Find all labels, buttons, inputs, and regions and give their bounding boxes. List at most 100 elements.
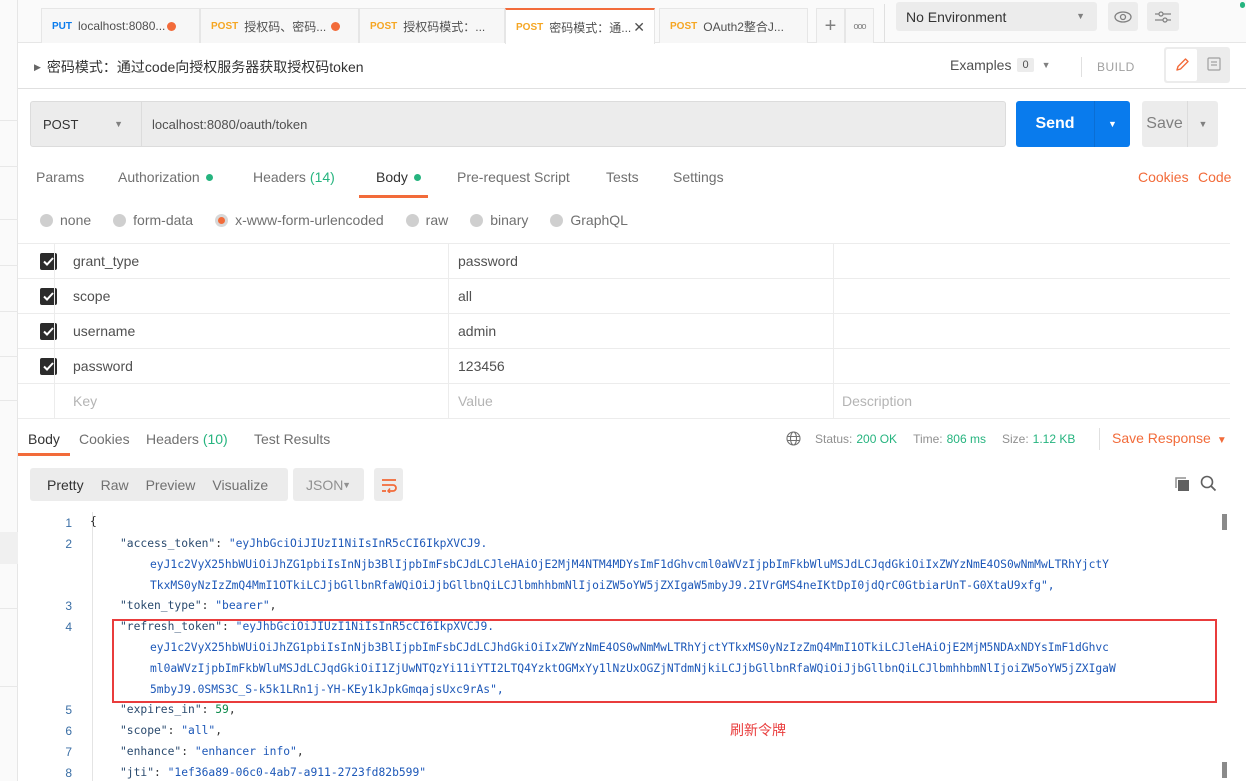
radio-icon (550, 213, 564, 227)
cookies-link[interactable]: Cookies (1138, 169, 1189, 185)
sidebar-selected-row[interactable] (0, 532, 18, 564)
time-label: Time: (913, 431, 943, 446)
status-dot-icon (1240, 2, 1245, 8)
time-value[interactable]: 806 ms (947, 432, 986, 446)
view-raw[interactable]: Raw (101, 477, 129, 493)
radio-binary[interactable]: binary (470, 212, 528, 228)
radio-label: x-www-form-urlencoded (235, 212, 384, 228)
param-key[interactable]: grant_type (73, 253, 139, 269)
param-value[interactable]: password (458, 253, 518, 269)
key-placeholder[interactable]: Key (73, 393, 97, 409)
param-key[interactable]: scope (73, 288, 110, 304)
param-value[interactable]: 123456 (458, 358, 505, 374)
save-button[interactable]: Save ▼ (1142, 101, 1218, 147)
response-scrollbar-thumb-bottom[interactable] (1222, 762, 1227, 778)
status-value[interactable]: 200 OK (856, 432, 897, 446)
tab-body[interactable]: Body (376, 169, 421, 185)
copy-icon[interactable] (1174, 476, 1190, 492)
view-pretty[interactable]: Pretty (47, 477, 84, 493)
active-dot-icon (205, 173, 213, 181)
url-input[interactable] (142, 102, 1002, 146)
tab-params[interactable]: Params (36, 169, 84, 185)
tab-tests[interactable]: Tests (606, 169, 639, 185)
more-tabs-button[interactable]: ooo (845, 8, 874, 43)
manage-environments-button[interactable] (1147, 2, 1179, 31)
mode-toggle (1164, 47, 1230, 83)
request-tab[interactable]: POST 授权码、密码... (200, 8, 359, 43)
comments-button[interactable] (1199, 49, 1228, 81)
request-tab[interactable]: PUT localhost:8080... (41, 8, 200, 43)
save-response-button[interactable]: Save Response ▼ (1112, 430, 1227, 446)
tab-label: Settings (673, 169, 724, 185)
code-line: "scope": "all", (120, 724, 1246, 737)
format-select[interactable]: JSON ▼ (293, 468, 364, 501)
json-string: "eyJhbGciOiJIUzI1NiIsInR5cCI6IkpXVCJ9. (228, 537, 488, 550)
line-number: 6 (65, 724, 72, 738)
json-string: "1ef36a89-06c0-4ab7-a911-2723fd82b599" (167, 766, 427, 779)
tab-response-cookies[interactable]: Cookies (79, 431, 130, 447)
check-icon (43, 362, 54, 371)
radio-raw[interactable]: raw (405, 212, 448, 228)
code-line-wrap: TkxMS0yNzIzZmQ4MmI1OTkiLCJjbGllbnRfaWQiO… (150, 579, 1055, 592)
save-options-chevron-icon[interactable]: ▼ (1188, 101, 1218, 147)
tab-test-results[interactable]: Test Results (254, 431, 330, 447)
line-number: 3 (65, 599, 72, 613)
param-value[interactable]: all (458, 288, 472, 304)
json-number: 59 (215, 703, 229, 716)
request-tab-active[interactable]: POST 密码模式：通... ✕ (505, 8, 655, 44)
value-placeholder[interactable]: Value (458, 393, 493, 409)
close-icon[interactable]: ✕ (633, 19, 645, 36)
chevron-down-icon: ▼ (1041, 60, 1051, 70)
param-value[interactable]: admin (458, 323, 496, 339)
radio-form-data[interactable]: form-data (113, 212, 193, 228)
send-button[interactable]: Send ▼ (1016, 101, 1130, 147)
radio-graphql[interactable]: GraphQL (550, 212, 628, 228)
environment-select[interactable]: No Environment ▼ (896, 2, 1097, 31)
wrap-lines-button[interactable] (374, 468, 403, 501)
tab-response-headers[interactable]: Headers (10) (146, 431, 228, 447)
tab-response-body[interactable]: Body (28, 431, 60, 447)
radio-x-www-form-urlencoded[interactable]: x-www-form-urlencoded (215, 212, 384, 228)
json-key: "jti" (120, 766, 155, 779)
tab-pre-request-script[interactable]: Pre-request Script (457, 169, 570, 185)
expand-icon[interactable]: ▶ (34, 62, 41, 73)
check-icon (43, 327, 54, 336)
json-separator: : (201, 599, 216, 612)
view-visualize[interactable]: Visualize (212, 477, 268, 493)
tab-label: Params (36, 169, 85, 185)
unsaved-dot-icon (331, 21, 341, 31)
code-link[interactable]: Code (1198, 169, 1231, 185)
search-icon[interactable] (1200, 475, 1217, 492)
wrap-icon (381, 478, 397, 493)
code-line: "access_token": "eyJhbGciOiJIUzI1NiIsInR… (120, 537, 1246, 550)
plus-icon: + (824, 14, 837, 37)
param-key[interactable]: password (73, 358, 133, 374)
description-placeholder[interactable]: Description (842, 393, 912, 409)
globe-icon[interactable] (786, 431, 801, 446)
json-punct: , (296, 745, 304, 758)
radio-selected-icon (215, 213, 229, 227)
param-key[interactable]: username (73, 323, 135, 339)
new-tab-button[interactable]: + (816, 8, 845, 43)
request-tab[interactable]: POST 授权码模式：... (359, 8, 505, 43)
tab-label: Authorization (118, 169, 200, 185)
json-punct: , (269, 599, 277, 612)
response-meta: Status: 200 OK Time: 806 ms Size: 1.12 K… (786, 431, 1091, 446)
tab-headers[interactable]: Headers (14) (253, 169, 335, 185)
save-label: Save (1142, 101, 1188, 147)
view-preview[interactable]: Preview (146, 477, 196, 493)
size-value[interactable]: 1.12 KB (1033, 432, 1076, 446)
request-tab[interactable]: POST OAuth2整合J... (659, 8, 808, 43)
radio-none[interactable]: none (40, 212, 91, 228)
tab-label: Headers (146, 431, 199, 447)
response-scrollbar-thumb[interactable] (1222, 514, 1227, 530)
send-options-chevron-icon[interactable]: ▼ (1095, 101, 1130, 147)
build-mode-label[interactable]: BUILD (1097, 60, 1135, 74)
tab-settings[interactable]: Settings (673, 169, 724, 185)
edit-mode-button[interactable] (1166, 49, 1197, 81)
environment-quick-look-button[interactable] (1108, 2, 1138, 31)
tab-authorization[interactable]: Authorization (118, 169, 213, 185)
request-name[interactable]: ▶ 密码模式：通过code向授权服务器获取授权码token (34, 57, 364, 77)
examples-dropdown[interactable]: Examples 0 ▼ (950, 57, 1051, 73)
method-select[interactable]: POST ▼ (31, 102, 142, 146)
